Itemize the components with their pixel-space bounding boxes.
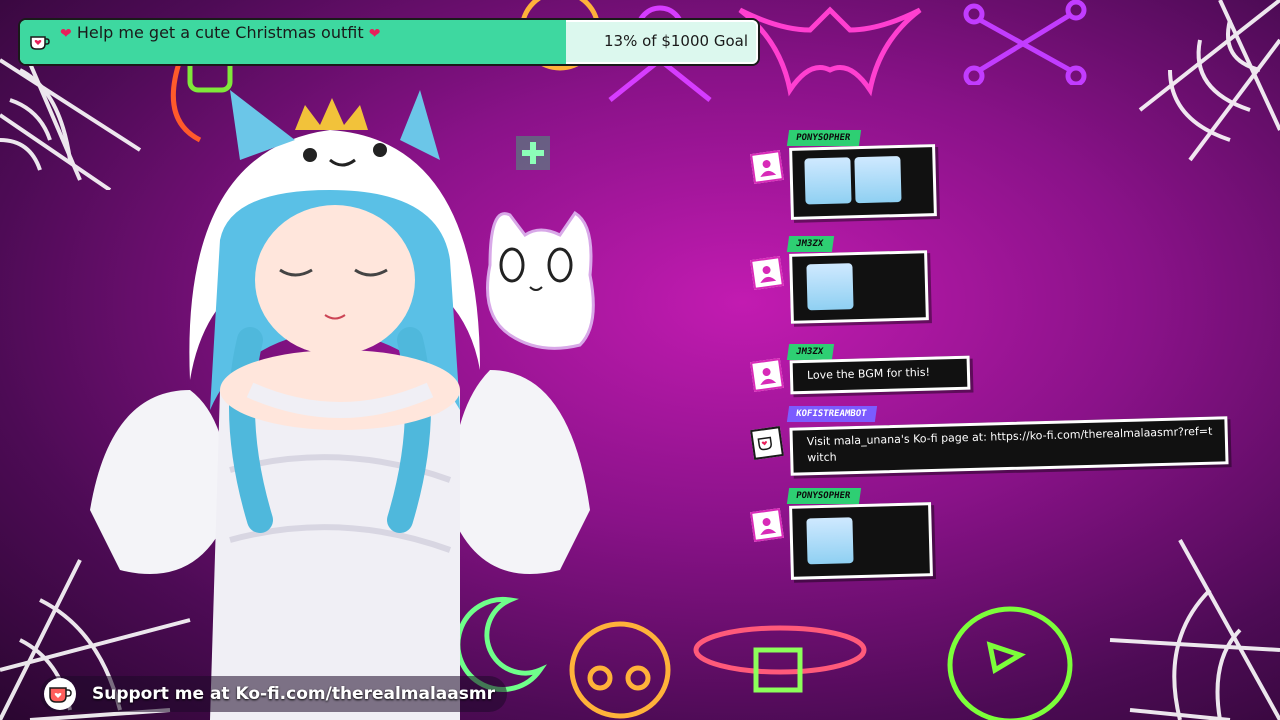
chat-bubble — [789, 144, 937, 220]
user-avatar-icon — [760, 266, 777, 284]
chat-bubble: Love the BGM for this! — [789, 355, 971, 395]
chat-username: PONYSOPHER — [786, 130, 862, 146]
ghost-cat-icon — [486, 210, 595, 350]
neon-jack-o-lantern-icon — [947, 606, 1073, 720]
support-banner[interactable]: Support me at Ko-fi.com/therealmalaasmr — [40, 676, 507, 712]
chat-bubble — [789, 250, 929, 324]
avatar — [750, 508, 784, 542]
chat-bubble: Visit mala_unana's Ko-fi page at: https:… — [789, 416, 1229, 476]
neon-bone-icon — [963, 0, 1087, 85]
donation-goal-bar: ❤ Help me get a cute Christmas outfit ❤ … — [18, 18, 760, 66]
chat-message: JM3ZX — [748, 230, 948, 330]
avatar — [750, 256, 784, 290]
chat-message-text: Visit mala_unana's Ko-fi page at: https:… — [806, 424, 1213, 465]
chat-message-text: Love the BGM for this! — [806, 365, 931, 382]
ko-fi-cup-icon — [44, 678, 76, 710]
goal-title: ❤ Help me get a cute Christmas outfit ❤ — [60, 23, 381, 42]
support-link-text: Support me at Ko-fi.com/therealmalaasmr — [92, 684, 495, 704]
goal-progress-text: 13% of $1000 Goal — [604, 32, 748, 50]
ko-fi-cup-icon — [757, 436, 772, 451]
chat-username: JM3ZX — [786, 236, 835, 252]
heart-icon: ❤ — [368, 26, 381, 42]
neon-spiderweb-top-right — [1138, 0, 1280, 162]
chat-username: PONYSOPHER — [786, 488, 862, 504]
chat-message: PONYSOPHER — [748, 124, 948, 224]
neon-witch-hat-icon — [693, 625, 867, 693]
vtuber-emote-4 — [806, 517, 854, 565]
chat-message: JM3ZX Love the BGM for this! — [748, 340, 978, 400]
vtuber-avatar-image — [90, 90, 590, 720]
vtuber-emote-3 — [806, 263, 854, 311]
user-avatar-icon — [760, 160, 777, 178]
chat-message: KOFISTREAMBOT Visit mala_unana's Ko-fi p… — [748, 402, 1248, 476]
vtuber-emote-1 — [804, 157, 852, 205]
user-avatar-icon — [760, 368, 777, 386]
ko-fi-cup-icon — [30, 36, 50, 50]
avatar — [750, 426, 784, 460]
chat-message: PONYSOPHER — [748, 482, 948, 582]
avatar — [750, 358, 784, 392]
chat-bubble — [789, 502, 933, 580]
neon-bat-icon — [738, 6, 922, 97]
avatar — [750, 150, 784, 184]
heart-icon: ❤ — [60, 26, 72, 42]
chat-username: JM3ZX — [786, 344, 835, 360]
user-avatar-icon — [760, 518, 777, 536]
chat-username: KOFISTREAMBOT — [786, 406, 878, 422]
neon-spiderweb-bottom-right — [1109, 539, 1280, 720]
vtuber-emote-2 — [854, 156, 902, 204]
